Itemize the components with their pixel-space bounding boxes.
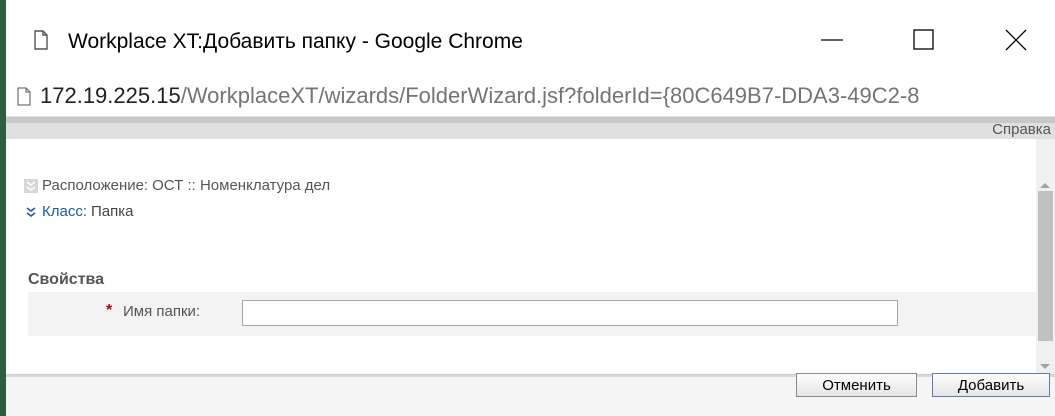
folder-name-input[interactable]: [242, 300, 898, 326]
title-bar[interactable]: Workplace XT:Добавить папку - Google Chr…: [6, 0, 1055, 78]
folder-name-label: Имя папки:: [123, 303, 201, 320]
close-button[interactable]: [986, 18, 1046, 62]
browser-popup-window: Workplace XT:Добавить папку - Google Chr…: [6, 0, 1055, 416]
help-link[interactable]: Справка: [992, 121, 1051, 138]
url-path: /WorkplaceXT/wizards/FolderWizard.jsf?fo…: [180, 83, 920, 108]
class-value: Папка: [91, 203, 134, 220]
properties-section-title: Свойства: [28, 271, 105, 288]
address-bar[interactable]: 172.19.225.15/WorkplaceXT/wizards/Folder…: [6, 78, 1055, 117]
cancel-button[interactable]: Отменить: [796, 373, 917, 397]
window-title: Workplace XT:Добавить папку - Google Chr…: [68, 30, 523, 53]
location-value: ОСТ :: Номенклатура дел: [152, 177, 331, 194]
maximize-icon: [913, 29, 934, 50]
url-host: 172.19.225.15: [40, 83, 181, 108]
wizard-content: Расположение: ОСТ :: Номенклатура дел Кл…: [6, 139, 1036, 374]
minimize-icon: [821, 39, 843, 41]
required-marker: *: [106, 302, 113, 319]
location-label: Расположение:: [42, 177, 149, 194]
minimize-button[interactable]: [802, 18, 862, 62]
url-text[interactable]: 172.19.225.15/WorkplaceXT/wizards/Folder…: [40, 83, 919, 109]
location-row[interactable]: Расположение: ОСТ :: Номенклатура дел: [24, 177, 330, 194]
content-scrollbar[interactable]: [1036, 139, 1055, 374]
add-button[interactable]: Добавить: [932, 373, 1050, 397]
chevron-down-icon: [24, 178, 38, 193]
close-icon: [1005, 29, 1027, 51]
chevron-down-icon: [26, 206, 36, 217]
scroll-up-arrow-icon[interactable]: [1040, 183, 1050, 188]
folder-name-row: * Имя папки:: [28, 292, 1036, 336]
scroll-down-arrow-icon[interactable]: [1040, 364, 1050, 369]
maximize-button[interactable]: [894, 18, 954, 62]
scroll-thumb[interactable]: [1038, 191, 1053, 341]
class-label[interactable]: Класс:: [42, 203, 87, 220]
page-document-icon: [17, 87, 31, 106]
document-icon: [34, 30, 48, 50]
menu-strip-top-band: [6, 117, 1055, 123]
class-row[interactable]: Класс: Папка: [24, 203, 133, 220]
